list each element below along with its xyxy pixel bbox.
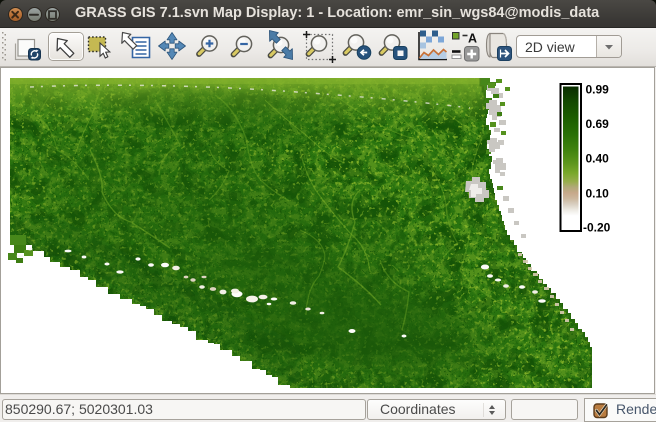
svg-text:0.99: 0.99 — [586, 83, 610, 97]
svg-text:A: A — [468, 32, 477, 46]
svg-text:-0.20: -0.20 — [583, 221, 611, 235]
svg-text:0.40: 0.40 — [586, 152, 610, 166]
svg-text:0.69: 0.69 — [586, 117, 610, 131]
svg-text:0.10: 0.10 — [586, 187, 610, 201]
